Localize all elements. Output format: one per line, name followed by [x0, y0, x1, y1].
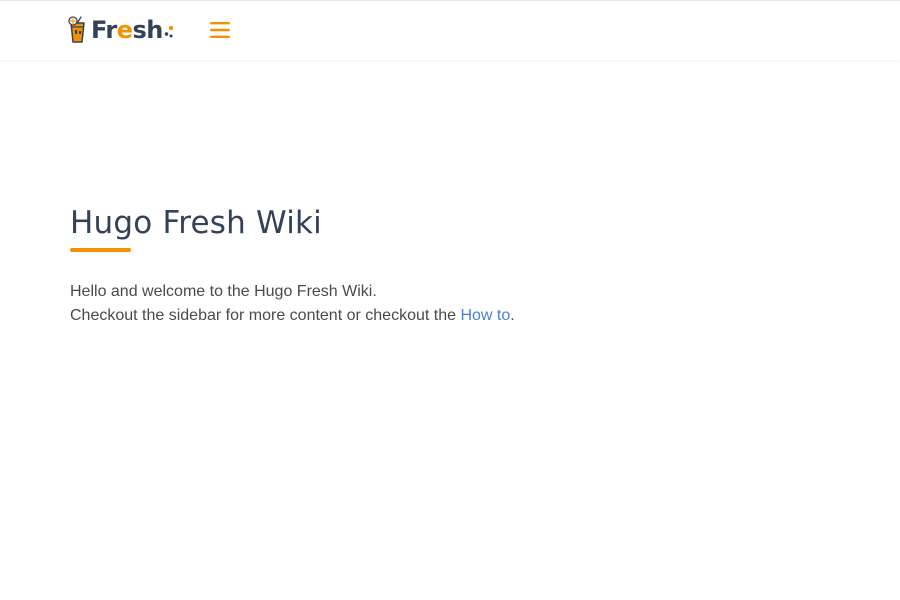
juice-glass-icon — [68, 16, 85, 43]
checkout-suffix: . — [510, 307, 515, 324]
page-title: Hugo Fresh Wiki — [70, 205, 322, 241]
logo-text: Fresh — [91, 16, 163, 44]
logo-dots-icon — [164, 25, 174, 38]
checkout-prefix: Checkout the sidebar for more content or… — [70, 307, 461, 324]
checkout-line: Checkout the sidebar for more content or… — [70, 304, 830, 328]
logo-link[interactable]: Fresh — [67, 15, 174, 45]
main-content: Hugo Fresh Wiki Hello and welcome to the… — [70, 198, 830, 328]
welcome-line: Hello and welcome to the Hugo Fresh Wiki… — [70, 283, 377, 300]
logo-text-part-1: Fr — [91, 16, 117, 44]
logo-text-part-2: sh — [132, 16, 163, 44]
hamburger-menu-icon[interactable] — [209, 20, 231, 40]
intro-text: Hello and welcome to the Hugo Fresh Wiki… — [70, 280, 830, 328]
logo-text-accent: e — [116, 16, 133, 44]
how-to-link[interactable]: How to — [460, 307, 510, 324]
title-underline — [70, 248, 131, 252]
navbar: Fresh — [0, 0, 900, 60]
navbar-top-border — [0, 0, 900, 1]
